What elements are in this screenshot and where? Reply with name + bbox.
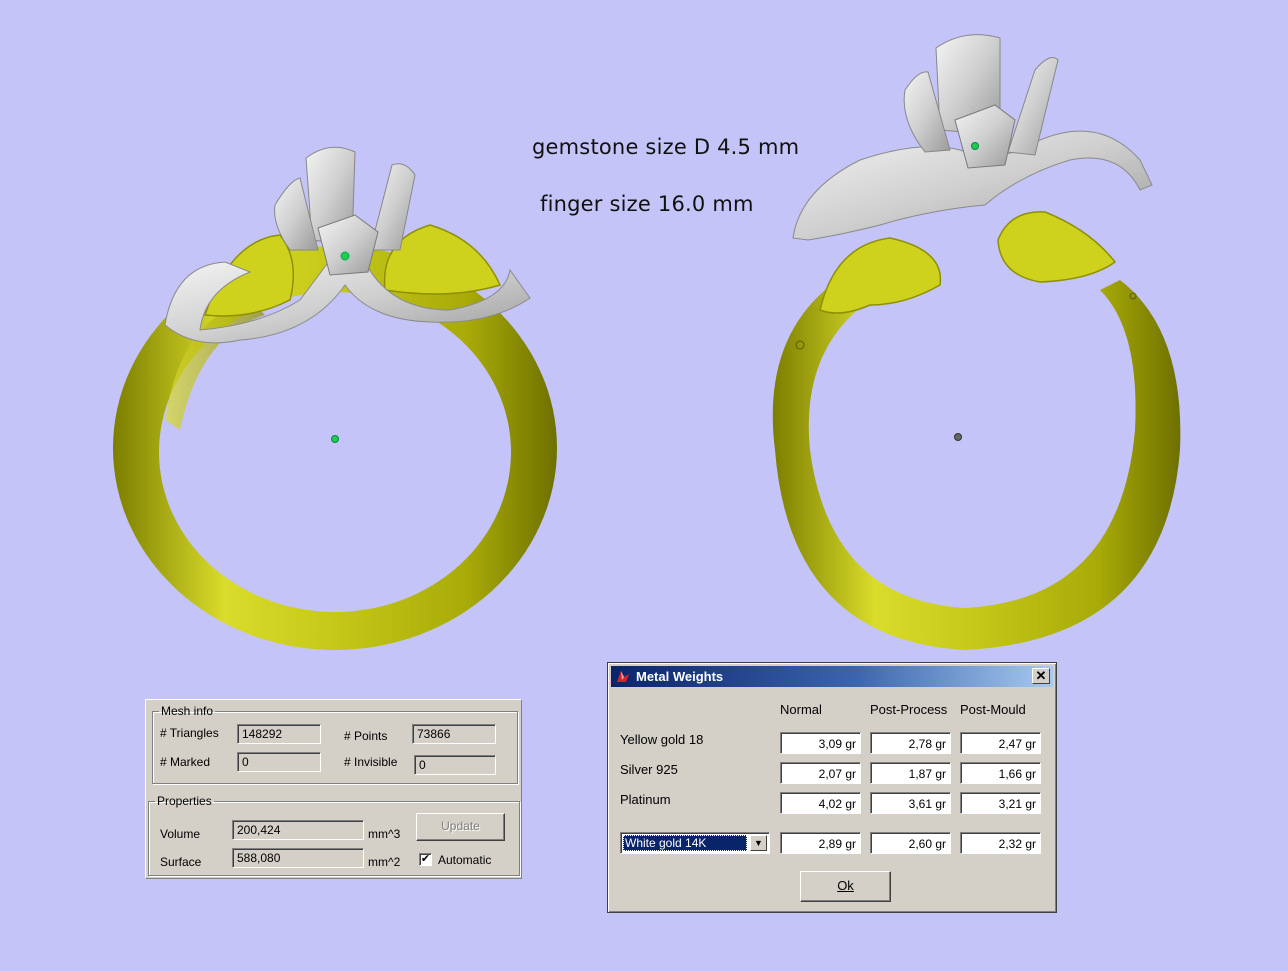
ring-band-open [772, 275, 1181, 650]
invisible-field: 0 [414, 755, 496, 775]
automatic-label: Automatic [438, 853, 492, 867]
app-logo-icon [617, 671, 629, 682]
metal-select-dropdown[interactable]: White gold 14K ▼ [620, 832, 770, 854]
floating-pivot-point [971, 142, 979, 150]
metal-label-yellow-gold: Yellow gold 18 [620, 732, 704, 747]
points-label: # Points [344, 729, 388, 743]
pivot-point [340, 251, 350, 261]
marked-label: # Marked [160, 755, 211, 769]
dialog-title: Metal Weights [636, 669, 724, 684]
marked-field: 0 [237, 752, 321, 772]
invisible-label: # Invisible [344, 755, 398, 769]
platinum-post-process[interactable]: 3,61 gr [870, 792, 951, 814]
surface-unit: mm^2 [368, 855, 401, 869]
silver-post-mould[interactable]: 1,66 gr [960, 762, 1041, 784]
yellow-gold-normal[interactable]: 3,09 gr [780, 732, 861, 754]
metal-select-value: White gold 14K [623, 835, 747, 851]
ring-assembled [113, 146, 557, 650]
triangles-field: 148292 [237, 724, 321, 744]
close-icon[interactable]: ✕ [1032, 668, 1050, 684]
center-point-grey [954, 433, 962, 441]
yellow-gold-post-process[interactable]: 2,78 gr [870, 732, 951, 754]
silver-normal[interactable]: 2,07 gr [780, 762, 861, 784]
surface-label: Surface [160, 855, 202, 869]
dialog-titlebar[interactable]: Metal Weights ✕ [611, 666, 1053, 687]
metal-weights-dialog: Metal Weights ✕ Normal Post-Process Post… [607, 662, 1057, 913]
silver-post-process[interactable]: 1,87 gr [870, 762, 951, 784]
column-normal: Normal [780, 702, 822, 717]
selected-metal-normal[interactable]: 2,89 gr [780, 832, 861, 854]
metal-label-platinum: Platinum [620, 792, 671, 807]
triangles-label: # Triangles [160, 726, 219, 740]
volume-label: Volume [160, 827, 201, 841]
finger-size-annotation: finger size 16.0 mm [540, 192, 754, 216]
column-post-mould: Post-Mould [960, 702, 1026, 717]
selected-metal-post-process[interactable]: 2,60 gr [870, 832, 951, 854]
platinum-post-mould[interactable]: 3,21 gr [960, 792, 1041, 814]
properties-legend: Properties [157, 794, 212, 808]
metal-label-silver: Silver 925 [620, 762, 678, 777]
center-point [331, 435, 339, 443]
ok-button[interactable]: Ok [800, 871, 891, 902]
ring-lobe-left-open [819, 237, 942, 314]
points-field: 73866 [412, 724, 496, 744]
surface-field: 588,080 [232, 848, 364, 868]
yellow-gold-post-mould[interactable]: 2,47 gr [960, 732, 1041, 754]
update-button[interactable]: Update [416, 813, 505, 841]
column-post-process: Post-Process [870, 702, 948, 717]
mesh-info-legend: Mesh info [161, 704, 214, 718]
chevron-down-icon[interactable]: ▼ [750, 835, 767, 851]
ring-lobe-right-open [997, 211, 1117, 283]
volume-field: 200,424 [232, 820, 364, 840]
ring-exploded [772, 34, 1181, 650]
automatic-checkbox[interactable]: ✔ [419, 853, 432, 866]
volume-unit: mm^3 [368, 827, 401, 841]
gemstone-size-annotation: gemstone size D 4.5 mm [532, 135, 800, 159]
selected-metal-post-mould[interactable]: 2,32 gr [960, 832, 1041, 854]
mesh-info-panel: Mesh info # Triangles 148292 # Points 73… [145, 699, 522, 879]
platinum-normal[interactable]: 4,02 gr [780, 792, 861, 814]
